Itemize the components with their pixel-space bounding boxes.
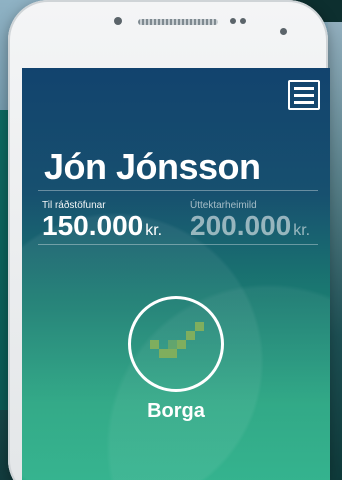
front-camera: [114, 17, 122, 25]
menu-button[interactable]: [288, 80, 320, 110]
divider: [38, 190, 318, 191]
sensor-dot: [230, 18, 236, 24]
phone-frame: Jón Jónsson Til ráðstöfunar 150.000 kr. Ú…: [8, 0, 330, 480]
proximity-sensor: [280, 28, 287, 35]
user-name: Jón Jónsson: [44, 146, 261, 187]
pay-button-label[interactable]: Borga: [22, 400, 330, 423]
available-balance: Til ráðstöfunar 150.000 kr.: [42, 200, 162, 246]
available-balance-label: Til ráðstöfunar: [42, 200, 106, 211]
hamburger-menu-icon: [294, 86, 314, 90]
withdrawal-limit-value: 200.000 kr.: [190, 211, 310, 246]
earpiece-speaker: [138, 19, 218, 25]
withdrawal-limit: Úttektarheimild 200.000 kr.: [190, 200, 310, 246]
checkmark-icon: [150, 322, 204, 358]
app-screen: Jón Jónsson Til ráðstöfunar 150.000 kr. Ú…: [22, 68, 330, 480]
divider: [38, 244, 318, 245]
background-strip-right: [328, 0, 342, 480]
hamburger-menu-icon-line: [294, 93, 314, 97]
available-balance-value: 150.000 kr.: [42, 211, 162, 246]
hamburger-menu-icon-line: [294, 100, 314, 104]
withdrawal-limit-amount: 200.000: [190, 210, 292, 241]
available-balance-unit: kr.: [145, 222, 163, 239]
available-balance-amount: 150.000: [42, 210, 144, 241]
withdrawal-limit-unit: kr.: [293, 222, 311, 239]
sensor-dot: [240, 18, 246, 24]
pay-button[interactable]: [128, 296, 224, 392]
